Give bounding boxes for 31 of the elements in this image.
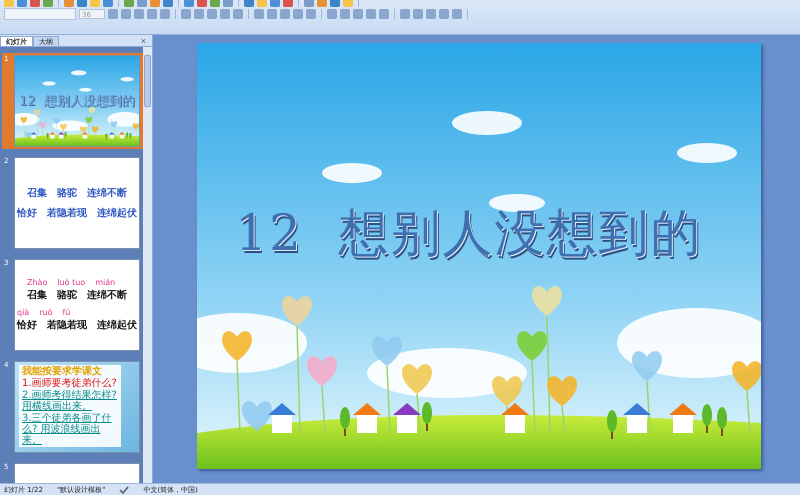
slide-heading: 我能按要求学课文 <box>22 366 103 378</box>
question-text: 1.画师要考徒弟什么? <box>22 378 118 390</box>
vocabulary-word: 连绵起伏 <box>97 206 137 220</box>
font-name-field[interactable] <box>4 8 76 20</box>
scrollbar[interactable] <box>143 47 152 484</box>
vocabulary-word: 若隐若现 <box>47 206 87 220</box>
pinyin-text: fú <box>62 308 70 318</box>
close-button[interactable]: × <box>140 36 146 46</box>
pinyin-text: luò tuo <box>57 278 86 288</box>
question-text: 3.三个徒弟各画了什么? 用波浪线画出来。 <box>22 413 113 446</box>
vocabulary-word: 若隐若现 <box>47 318 87 332</box>
vocabulary-word: 召集 <box>27 288 47 302</box>
slide-title: 12 想别人没想到的 <box>19 93 135 110</box>
question-text: 2.画师考得结果怎样? 用横线画出来。 <box>22 390 118 412</box>
pinyin-text: Zhào <box>27 278 48 288</box>
vocabulary-word: 连绵不断 <box>87 288 127 302</box>
vocabulary-word: 骆驼 <box>57 186 77 200</box>
slide-title: 12 想别人没想到的 <box>235 202 703 264</box>
vocabulary-word: 骆驼 <box>57 288 77 302</box>
pinyin-text: qià <box>17 308 30 318</box>
pinyin-text: ruò <box>39 308 52 318</box>
slide-thumbnail[interactable]: 召集 骆驼 连绵不断 恰好 若隐若现 连绵起伏 <box>14 157 140 250</box>
pinyin-text: mián <box>95 278 116 288</box>
vocabulary-word: 召集 <box>27 186 47 200</box>
vocabulary-word: 恰好 <box>17 318 37 332</box>
slide-thumbnail[interactable]: Zhào luò tuo mián 召集 骆驼 连绵不断 qià ruò fú 恰好 若隐若现 连绵起伏 <box>14 259 140 352</box>
vocabulary-word: 连绵不断 <box>87 186 127 200</box>
spell-check-icon[interactable] <box>119 486 130 494</box>
slide-thumbnail[interactable]: 我能按要求学课文 1.画师要考徒弟什么? 2.画师考得结果怎样? 用横线画出来。 3.三个徒弟各画了什么? 用波浪线画出来。 <box>14 361 140 454</box>
vocabulary-word: 连绵起伏 <box>97 318 137 332</box>
vocabulary-word: 恰好 <box>17 206 37 220</box>
